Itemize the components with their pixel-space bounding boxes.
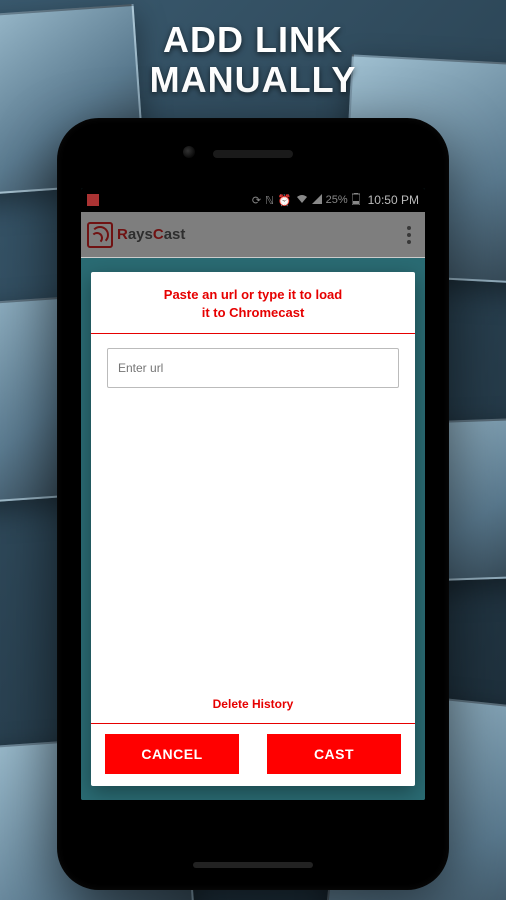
app-body: Paste an url or type it to load it to Ch… (81, 258, 425, 800)
app-header: RaysCast (81, 212, 425, 258)
phone-homebar (193, 862, 313, 868)
android-statusbar: ⟳ ℕ ⏰ 25% 10:50 PM (81, 188, 425, 212)
phone-camera (183, 146, 195, 158)
history-area: Delete History (103, 388, 403, 719)
add-link-dialog: Paste an url or type it to load it to Ch… (91, 272, 415, 786)
signal-icon (312, 194, 322, 207)
headline-line1: ADD LINK (0, 20, 506, 60)
dialog-actions: CANCEL CAST (103, 734, 403, 774)
phone-frame: ⟳ ℕ ⏰ 25% 10:50 PM RaysCast (57, 118, 449, 890)
notification-icon (87, 194, 99, 206)
cancel-button[interactable]: CANCEL (105, 734, 239, 774)
url-input[interactable] (107, 348, 399, 388)
battery-percent: 25% (326, 194, 348, 206)
app-logo: RaysCast (87, 222, 185, 248)
app-title: RaysCast (117, 226, 185, 243)
cast-icon (87, 222, 113, 248)
promo-headline: ADD LINK MANUALLY (0, 20, 506, 99)
sync-icon: ⟳ (252, 194, 261, 207)
nfc-icon: ℕ (265, 194, 274, 207)
battery-icon (352, 193, 360, 208)
cast-button[interactable]: CAST (267, 734, 401, 774)
alarm-icon: ⏰ (278, 194, 292, 207)
wifi-icon (296, 194, 308, 207)
dialog-title-line2: it to Chromecast (103, 304, 403, 322)
dialog-title-line1: Paste an url or type it to load (103, 286, 403, 304)
dialog-bottom-separator (91, 723, 415, 724)
dialog-title: Paste an url or type it to load it to Ch… (103, 286, 403, 333)
statusbar-time: 10:50 PM (368, 193, 419, 207)
phone-screen: ⟳ ℕ ⏰ 25% 10:50 PM RaysCast (81, 188, 425, 800)
phone-speaker (213, 150, 293, 158)
delete-history-button[interactable]: Delete History (213, 697, 294, 711)
overflow-menu-button[interactable] (401, 220, 417, 250)
url-field-wrap (103, 334, 403, 388)
headline-line2: MANUALLY (0, 60, 506, 100)
